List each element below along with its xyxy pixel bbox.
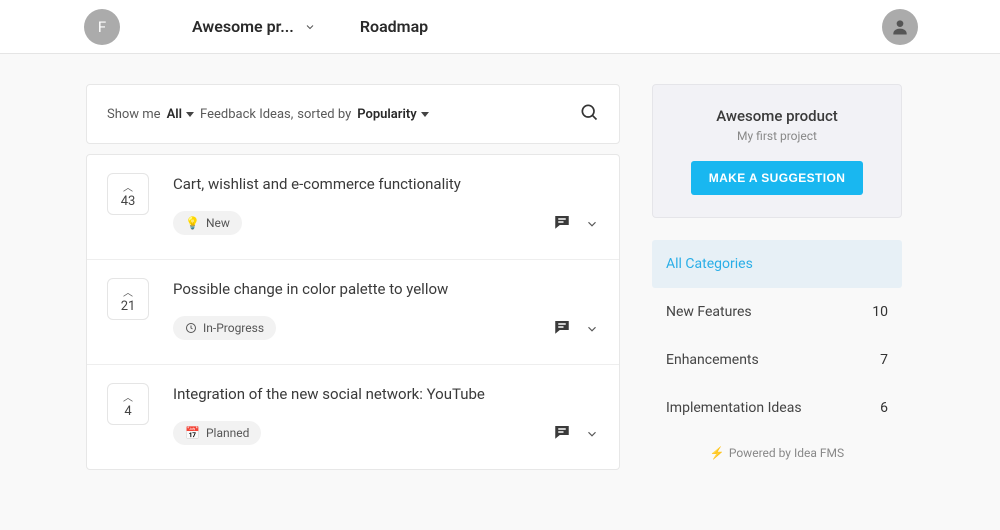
status-label: Planned bbox=[206, 426, 249, 440]
header-nav: Awesome pr... Roadmap bbox=[192, 17, 428, 36]
clock-icon bbox=[185, 322, 197, 334]
workspace-initial: F bbox=[98, 18, 106, 36]
category-list: All Categories New Features 10 Enhancements… bbox=[652, 240, 902, 432]
project-selector[interactable]: Awesome pr... bbox=[192, 17, 316, 36]
idea-list: ︿43Cart, wishlist and e-commerce functio… bbox=[86, 154, 620, 470]
category-count: 10 bbox=[872, 304, 888, 320]
scope-value: All bbox=[167, 107, 182, 122]
sort-dropdown[interactable]: Popularity bbox=[357, 107, 428, 122]
category-item[interactable]: New Features 10 bbox=[652, 288, 902, 336]
search-icon bbox=[579, 102, 599, 122]
category-item[interactable]: All Categories bbox=[652, 240, 902, 288]
vote-count: 43 bbox=[121, 194, 136, 209]
category-label: All Categories bbox=[666, 256, 753, 272]
sorted-by-label: sorted by bbox=[297, 107, 351, 122]
roadmap-label: Roadmap bbox=[360, 17, 428, 36]
upvote-button[interactable]: ︿21 bbox=[107, 278, 149, 320]
chat-icon bbox=[553, 423, 571, 441]
filter-bar: Show me All Feedback Ideas, sorted by Po… bbox=[86, 84, 620, 144]
chevron-up-icon: ︿ bbox=[123, 389, 133, 404]
header-bar: F Awesome pr... Roadmap bbox=[0, 0, 1000, 54]
card-body: Cart, wishlist and e-commerce functional… bbox=[173, 173, 553, 235]
person-icon bbox=[890, 17, 910, 37]
chat-icon bbox=[553, 318, 571, 336]
bulb-icon: 💡 bbox=[185, 216, 200, 230]
make-suggestion-label: MAKE A SUGGESTION bbox=[709, 171, 846, 185]
feedback-ideas-label: Feedback Ideas, bbox=[200, 107, 293, 122]
status-pill: 📅 Planned bbox=[173, 421, 261, 445]
user-avatar[interactable] bbox=[882, 9, 918, 45]
chevron-down-icon bbox=[585, 427, 599, 441]
category-count: 7 bbox=[880, 352, 888, 368]
comments-button[interactable] bbox=[553, 423, 571, 445]
chevron-up-icon: ︿ bbox=[123, 179, 133, 194]
sort-value: Popularity bbox=[357, 107, 416, 122]
powered-by: ⚡ Powered by Idea FMS bbox=[652, 446, 902, 460]
vote-count: 21 bbox=[121, 299, 136, 314]
upvote-button[interactable]: ︿43 bbox=[107, 173, 149, 215]
scope-dropdown[interactable]: All bbox=[167, 107, 194, 122]
idea-card: ︿4 Integration of the new social network:… bbox=[87, 365, 619, 469]
vote-count: 4 bbox=[124, 404, 131, 419]
chevron-down-icon bbox=[585, 322, 599, 336]
status-pill: 💡 New bbox=[173, 211, 242, 235]
idea-title[interactable]: Cart, wishlist and e-commerce functional… bbox=[173, 175, 553, 193]
card-body: Integration of the new social network: Y… bbox=[173, 383, 553, 445]
idea-card: ︿43 Cart, wishlist and e-commerce functio… bbox=[87, 155, 619, 260]
category-count: 6 bbox=[880, 400, 888, 416]
search-button[interactable] bbox=[579, 102, 599, 126]
comments-button[interactable] bbox=[553, 318, 571, 340]
expand-button[interactable] bbox=[585, 321, 599, 340]
chevron-down-icon bbox=[304, 21, 316, 33]
make-suggestion-button[interactable]: MAKE A SUGGESTION bbox=[691, 161, 864, 195]
roadmap-link[interactable]: Roadmap bbox=[360, 17, 428, 36]
main-content: Show me All Feedback Ideas, sorted by Po… bbox=[0, 54, 1000, 470]
card-actions bbox=[553, 423, 599, 445]
bolt-icon: ⚡ bbox=[710, 446, 725, 460]
caret-down-icon bbox=[421, 112, 429, 117]
category-label: New Features bbox=[666, 304, 752, 320]
card-body: Possible change in color palette to yell… bbox=[173, 278, 553, 340]
card-actions bbox=[553, 213, 599, 235]
category-label: Enhancements bbox=[666, 352, 759, 368]
category-label: Implementation Ideas bbox=[666, 400, 802, 416]
workspace-avatar[interactable]: F bbox=[84, 9, 120, 45]
category-item[interactable]: Enhancements 7 bbox=[652, 336, 902, 384]
chat-icon bbox=[553, 213, 571, 231]
right-sidebar: Awesome product My first project MAKE A … bbox=[652, 84, 902, 470]
status-pill: In-Progress bbox=[173, 316, 276, 340]
show-me-label: Show me bbox=[107, 107, 161, 122]
chevron-up-icon: ︿ bbox=[123, 284, 133, 299]
expand-button[interactable] bbox=[585, 426, 599, 445]
card-actions bbox=[553, 318, 599, 340]
status-label: In-Progress bbox=[203, 321, 264, 335]
idea-title[interactable]: Integration of the new social network: Y… bbox=[173, 385, 553, 403]
calendar-icon: 📅 bbox=[185, 426, 200, 440]
left-column: Show me All Feedback Ideas, sorted by Po… bbox=[86, 84, 620, 470]
expand-button[interactable] bbox=[585, 216, 599, 235]
chevron-down-icon bbox=[585, 217, 599, 231]
upvote-button[interactable]: ︿4 bbox=[107, 383, 149, 425]
project-name: Awesome pr... bbox=[192, 17, 294, 36]
project-panel: Awesome product My first project MAKE A … bbox=[652, 84, 902, 218]
project-title: Awesome product bbox=[671, 107, 883, 125]
project-subtitle: My first project bbox=[671, 129, 883, 143]
idea-title[interactable]: Possible change in color palette to yell… bbox=[173, 280, 553, 298]
comments-button[interactable] bbox=[553, 213, 571, 235]
idea-card: ︿21 Possible change in color palette to y… bbox=[87, 260, 619, 365]
caret-down-icon bbox=[186, 112, 194, 117]
powered-by-label: Powered by Idea FMS bbox=[729, 446, 844, 460]
status-label: New bbox=[206, 216, 230, 230]
category-item[interactable]: Implementation Ideas 6 bbox=[652, 384, 902, 432]
